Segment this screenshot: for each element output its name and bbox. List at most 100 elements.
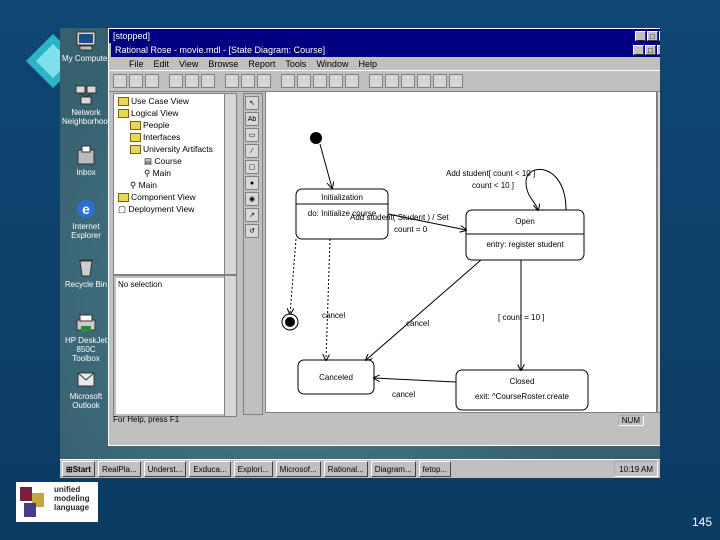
maximize-button[interactable]: □ xyxy=(645,45,656,55)
diagram-toolbox: ↖ Ab ▭ ⁄ ▢ ● ◉ ↗ ↺ xyxy=(243,93,263,415)
outer-title-bar[interactable]: [stopped] _ □ × xyxy=(109,29,660,43)
status-bar: For Help, press F1 NUM xyxy=(109,415,660,427)
taskbar-item[interactable]: Explori... xyxy=(233,461,273,477)
taskbar-item[interactable]: Microsof... xyxy=(275,461,321,477)
print-icon[interactable] xyxy=(225,74,239,88)
desktop-icon-label: My Computer xyxy=(62,54,111,63)
cut-icon[interactable] xyxy=(169,74,183,88)
recycle-bin-icon xyxy=(79,259,93,277)
text-tool[interactable]: Ab xyxy=(245,112,259,126)
browser-scrollbar[interactable] xyxy=(224,94,236,274)
desktop-icon-inbox[interactable]: Inbox xyxy=(62,144,110,177)
close-button[interactable]: × xyxy=(659,31,660,41)
canvas-scrollbar[interactable] xyxy=(657,91,660,413)
tree-item[interactable]: ⚲ Main xyxy=(144,168,171,179)
desktop-icon-internet-explorer[interactable]: e Internet Explorer xyxy=(62,198,110,240)
copy-icon[interactable] xyxy=(185,74,199,88)
save-icon[interactable] xyxy=(145,74,159,88)
tree-item[interactable]: Component View xyxy=(118,192,196,203)
svg-text:e: e xyxy=(82,201,90,217)
interaction-diagram-icon[interactable] xyxy=(297,74,311,88)
pointer-tool[interactable]: ↖ xyxy=(245,96,259,110)
tree-item[interactable]: ⚲ Main xyxy=(130,180,157,191)
state-name: Open xyxy=(515,217,535,226)
taskbar-item[interactable]: Diagram... xyxy=(370,461,416,477)
tree-item[interactable]: ▢ Deployment View xyxy=(118,204,194,215)
previous-diagram-icon[interactable] xyxy=(369,74,383,88)
start-state[interactable] xyxy=(310,132,322,144)
start-state-tool[interactable]: ● xyxy=(245,176,259,190)
taskbar-item[interactable]: Rational... xyxy=(323,461,368,477)
paste-icon[interactable] xyxy=(201,74,215,88)
maximize-button[interactable]: □ xyxy=(647,31,658,41)
menu-view[interactable]: View xyxy=(179,59,198,69)
component-diagram-icon[interactable] xyxy=(313,74,327,88)
menu-help[interactable]: Help xyxy=(358,59,377,69)
transition-label: [ count = 10 ] xyxy=(498,313,544,322)
tree-item[interactable]: People xyxy=(130,120,169,131)
status-help-text: For Help, press F1 xyxy=(113,415,180,424)
menu-file[interactable]: File xyxy=(129,59,144,69)
help-icon[interactable] xyxy=(241,74,255,88)
end-state-tool[interactable]: ◉ xyxy=(245,192,259,206)
undo-fit-icon[interactable] xyxy=(449,74,463,88)
zoom-in-icon[interactable] xyxy=(401,74,415,88)
minimize-button[interactable]: _ xyxy=(633,45,644,55)
tree-item[interactable]: University Artifacts xyxy=(130,144,213,155)
start-button[interactable]: ⊞ Start xyxy=(62,461,95,477)
menu-browse[interactable]: Browse xyxy=(208,59,238,69)
desktop-icon-my-computer[interactable]: My Computer xyxy=(62,30,110,63)
menu-tools[interactable]: Tools xyxy=(285,59,306,69)
menu-edit[interactable]: Edit xyxy=(154,59,170,69)
new-icon[interactable] xyxy=(113,74,127,88)
deployment-diagram-icon[interactable] xyxy=(345,74,359,88)
folder-icon xyxy=(118,193,129,203)
taskbar-item[interactable]: RealPla... xyxy=(97,461,141,477)
state-open[interactable]: Open entry: register student xyxy=(465,209,585,261)
network-icon xyxy=(75,85,97,105)
close-button[interactable]: × xyxy=(657,45,660,55)
self-transition-tool[interactable]: ↺ xyxy=(245,224,259,238)
folder-icon xyxy=(118,97,129,107)
diagram-icon: ⚲ xyxy=(130,180,139,190)
desktop-icon-network[interactable]: Network Neighborhood xyxy=(62,84,112,126)
tree-item[interactable]: ▤ Course xyxy=(144,156,182,167)
taskbar-item[interactable]: Exduca... xyxy=(189,461,231,477)
next-icon[interactable] xyxy=(385,74,399,88)
tree-item[interactable]: Interfaces xyxy=(130,132,180,143)
diagram-icon: ⚲ xyxy=(144,168,153,178)
state-canceled[interactable]: Canceled xyxy=(297,359,375,395)
toolbar xyxy=(109,70,660,92)
desktop-icon-outlook[interactable]: Microsoft Outlook xyxy=(62,368,110,410)
model-browser[interactable]: Use Case View Logical View People Interf… xyxy=(113,93,237,275)
taskbar-item[interactable]: Underst... xyxy=(143,461,187,477)
class-diagram-icon[interactable] xyxy=(281,74,295,88)
transition-label: cancel xyxy=(392,390,415,399)
browse-icon[interactable] xyxy=(257,74,271,88)
state-closed[interactable]: Closed exit: ^CourseRoster.create xyxy=(455,369,589,411)
tree-item[interactable]: Logical View xyxy=(118,108,179,119)
menu-window[interactable]: Window xyxy=(316,59,348,69)
state-tool[interactable]: ▢ xyxy=(245,160,259,174)
open-icon[interactable] xyxy=(129,74,143,88)
printer-icon xyxy=(76,314,96,332)
state-diagram-canvas[interactable]: Initialization do: Initialize course Ope… xyxy=(265,91,657,413)
state-diagram-icon[interactable] xyxy=(329,74,343,88)
minimize-button[interactable]: _ xyxy=(635,31,646,41)
doc-scrollbar[interactable] xyxy=(224,276,236,416)
windows-icon: ⊞ xyxy=(66,464,73,474)
transition-label: cancel xyxy=(406,319,429,328)
desktop-icon-recycle-bin[interactable]: Recycle Bin xyxy=(62,256,110,289)
app-title-bar[interactable]: Rational Rose - movie.mdl - [State Diagr… xyxy=(111,43,660,57)
desktop-icon-label: Inbox xyxy=(76,168,96,177)
transition-tool[interactable]: ↗ xyxy=(245,208,259,222)
tree-item[interactable]: Use Case View xyxy=(118,96,189,107)
note-tool[interactable]: ▭ xyxy=(245,128,259,142)
tree-item-label: Course xyxy=(154,156,182,166)
fit-window-icon[interactable] xyxy=(433,74,447,88)
desktop-icon-hp-toolbox[interactable]: HP DeskJet 850C Toolbox xyxy=(62,312,110,363)
taskbar-item-active[interactable]: fetop... xyxy=(418,461,452,477)
menu-report[interactable]: Report xyxy=(248,59,275,69)
anchor-tool[interactable]: ⁄ xyxy=(245,144,259,158)
zoom-out-icon[interactable] xyxy=(417,74,431,88)
